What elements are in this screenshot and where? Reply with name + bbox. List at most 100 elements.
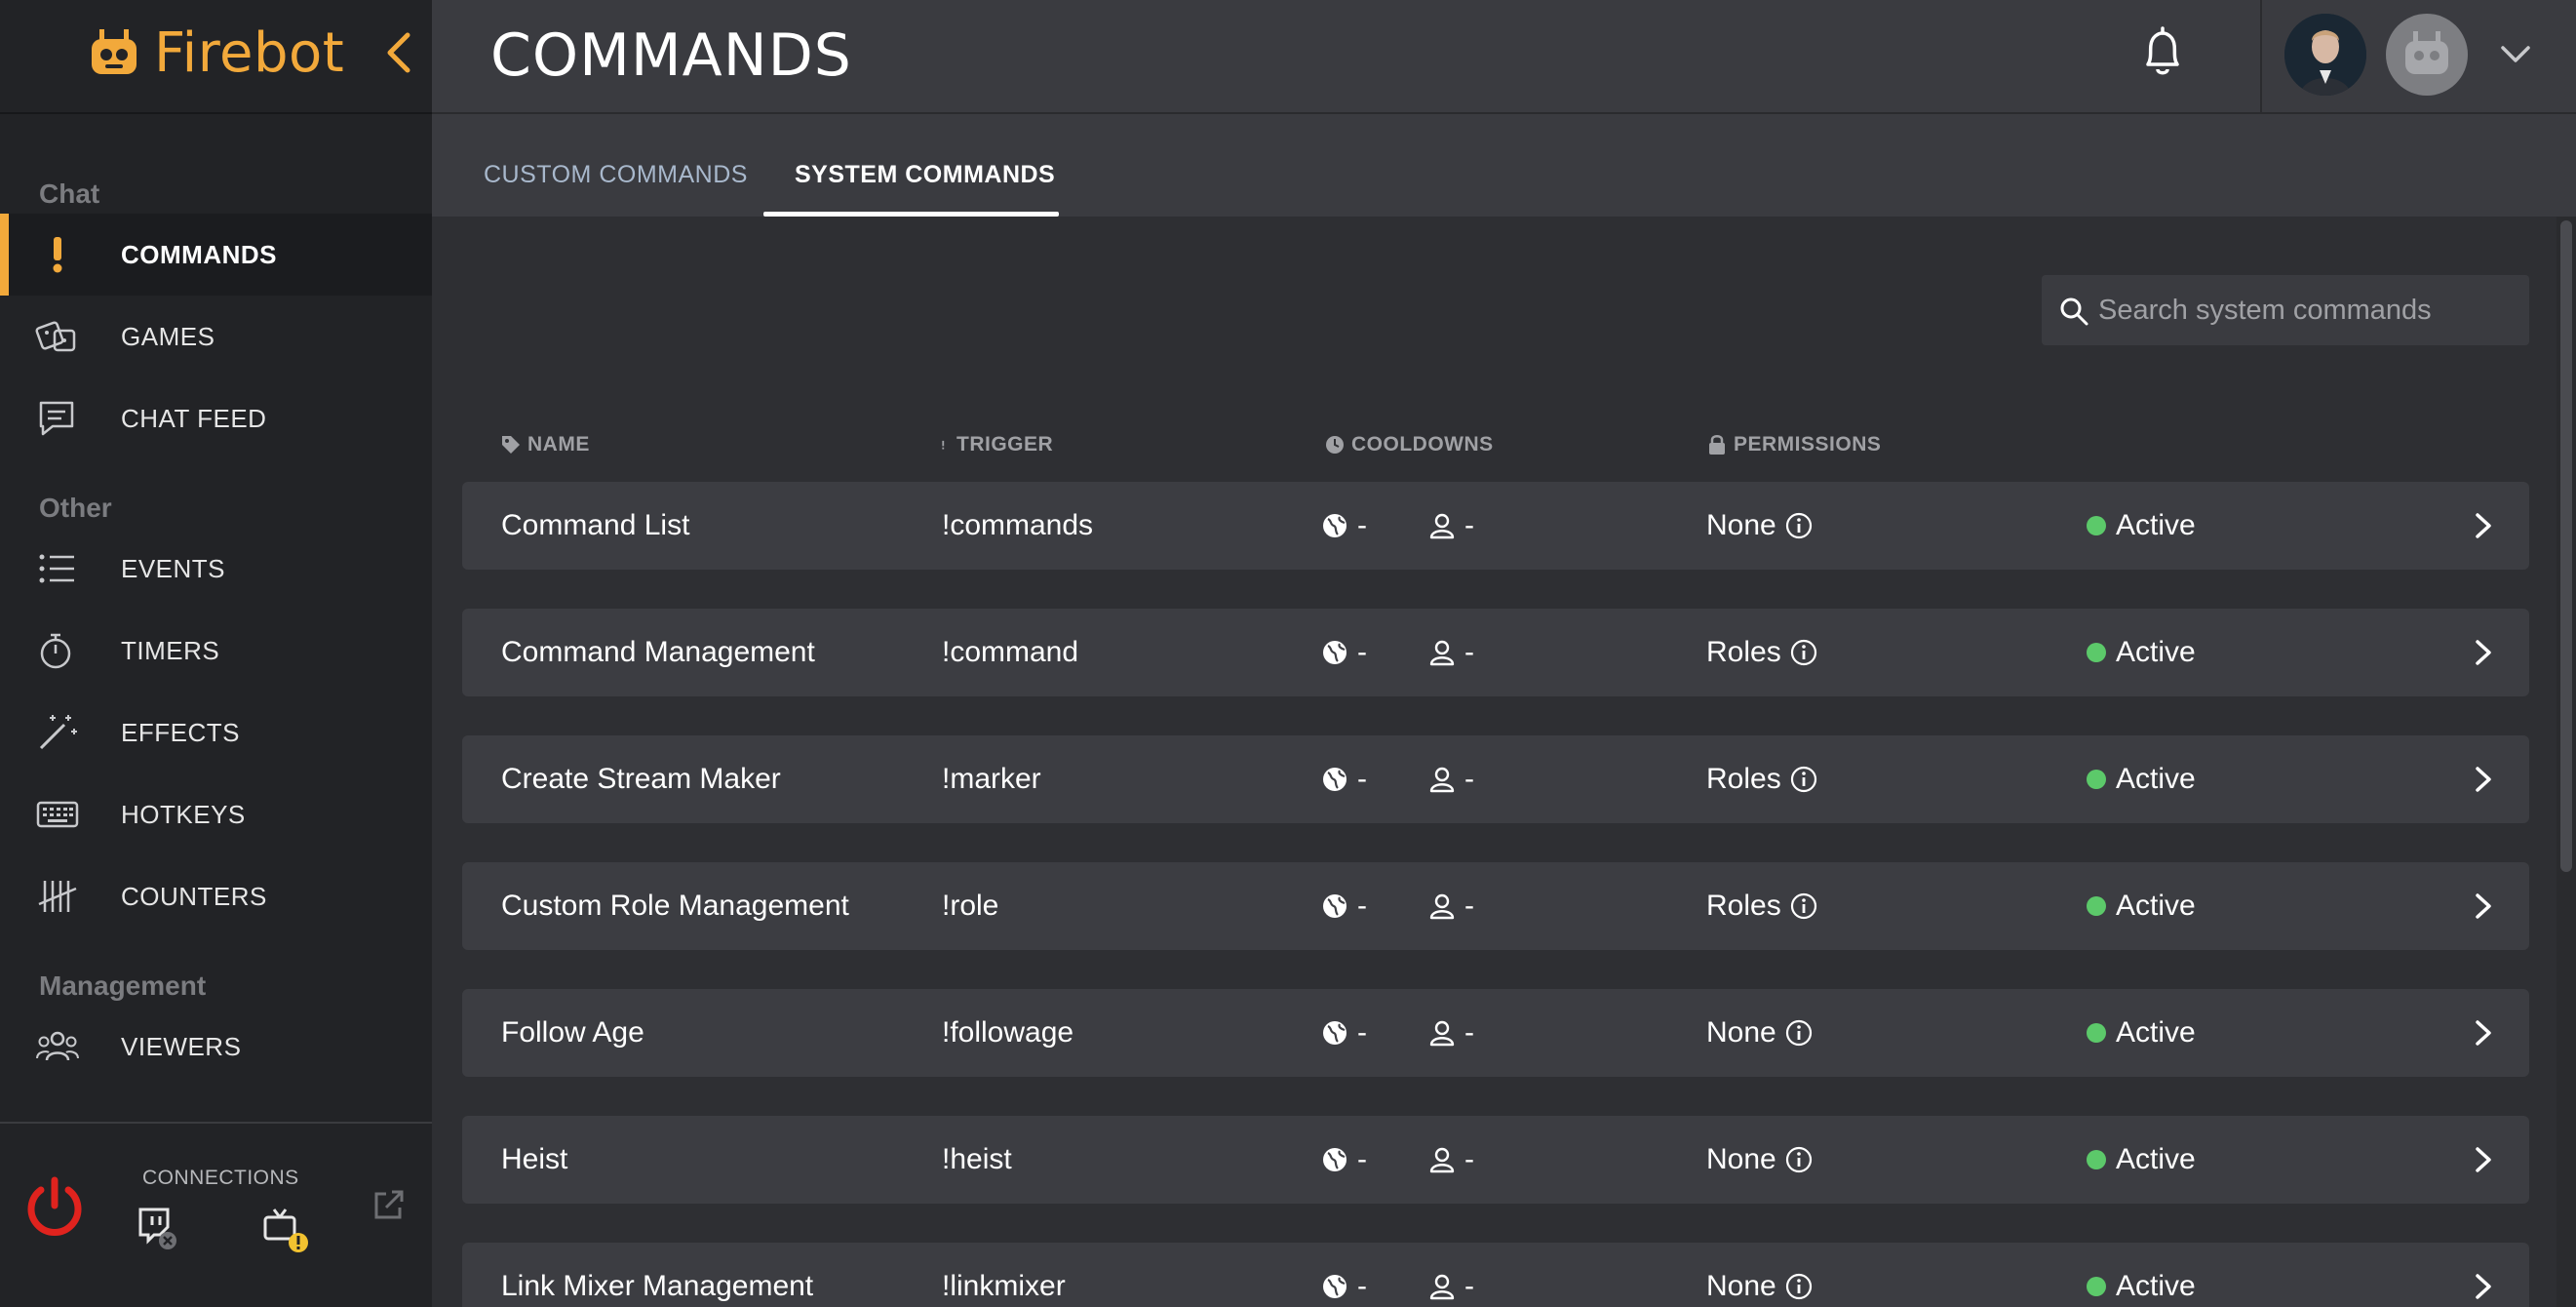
info-icon[interactable] <box>1784 1145 1814 1174</box>
global-cooldown-value: - <box>1357 1016 1367 1049</box>
table-row[interactable]: Custom Role Management !role - - Roles Active <box>462 862 2529 950</box>
user-cooldown: - <box>1427 735 1474 823</box>
sidebar-item-label: GAMES <box>121 321 215 351</box>
status-text: Active <box>2116 1270 2196 1302</box>
global-cooldown: - <box>1320 609 1367 696</box>
row-expand[interactable] <box>2471 1243 2496 1307</box>
chevron-right-icon[interactable] <box>2471 511 2496 540</box>
command-name: Heist <box>501 1143 568 1175</box>
sidebar-item-timers[interactable]: TIMERS <box>0 610 432 692</box>
user-cooldown: - <box>1427 1243 1474 1307</box>
user-cooldown-value: - <box>1464 636 1474 668</box>
table-row[interactable]: Create Stream Maker !marker - - Roles Active <box>462 735 2529 823</box>
sidebar-item-chat-feed[interactable]: CHAT FEED <box>0 377 432 459</box>
chevron-right-icon[interactable] <box>2471 638 2496 667</box>
table-row[interactable]: Command Management !command - - Roles Active <box>462 609 2529 696</box>
chevron-down-icon[interactable] <box>2499 43 2532 66</box>
logo-bar: Firebot <box>0 0 432 114</box>
header: COMMANDS <box>432 0 2576 114</box>
permissions: Roles <box>1706 862 1818 950</box>
search-box[interactable] <box>2042 275 2529 345</box>
power-icon[interactable] <box>21 1174 88 1241</box>
info-icon[interactable] <box>1789 765 1818 794</box>
user-icon <box>1429 513 1455 539</box>
permissions-value: None <box>1706 1270 1776 1302</box>
tab-custom-commands[interactable]: CUSTOM COMMANDS <box>484 161 748 189</box>
table-row[interactable]: Follow Age !followage - - None Active <box>462 989 2529 1077</box>
sidebar-item-label: COUNTERS <box>121 881 267 911</box>
permissions-value: None <box>1706 509 1776 541</box>
bot-avatar[interactable] <box>2386 14 2468 96</box>
sidebar-item-games[interactable]: GAMES <box>0 296 432 377</box>
command-name: Follow Age <box>501 1016 644 1049</box>
row-expand[interactable] <box>2471 735 2496 823</box>
status-dot <box>2087 1277 2106 1296</box>
permissions-value: None <box>1706 1143 1776 1175</box>
status-dot <box>2087 516 2106 535</box>
info-icon[interactable] <box>1784 511 1814 540</box>
collapse-sidebar-icon[interactable] <box>384 31 413 74</box>
avatar[interactable] <box>2284 14 2366 96</box>
connections-label: CONNECTIONS <box>142 1167 299 1189</box>
column-header-name[interactable]: NAME <box>500 433 590 456</box>
sidebar-item-commands[interactable]: COMMANDS <box>0 214 432 296</box>
list-icon <box>39 554 74 583</box>
section-other: Other <box>39 493 112 523</box>
info-icon[interactable] <box>1789 891 1818 921</box>
row-expand[interactable] <box>2471 482 2496 570</box>
table-row[interactable]: Link Mixer Management !linkmixer - - None Act… <box>462 1243 2529 1307</box>
user-cooldown: - <box>1427 1116 1474 1204</box>
user-icon <box>1429 767 1455 793</box>
row-expand[interactable] <box>2471 862 2496 950</box>
global-cooldown: - <box>1320 482 1367 570</box>
chevron-right-icon[interactable] <box>2471 765 2496 794</box>
row-expand[interactable] <box>2471 1116 2496 1204</box>
info-icon[interactable] <box>1789 638 1818 667</box>
command-trigger: !commands <box>942 509 1094 541</box>
column-header-trigger[interactable]: TRIGGER <box>941 433 1053 456</box>
overlay-icon[interactable] <box>261 1206 310 1254</box>
scrollbar[interactable] <box>2556 217 2576 1307</box>
search-input[interactable] <box>2098 275 2517 345</box>
chevron-right-icon[interactable] <box>2471 1018 2496 1048</box>
user-icon <box>1429 640 1455 666</box>
sidebar-item-effects[interactable]: EFFECTS <box>0 692 432 773</box>
status-text: Active <box>2116 1143 2196 1175</box>
column-header-cooldowns[interactable]: COOLDOWNS <box>1324 433 1494 456</box>
section-management: Management <box>39 970 207 1001</box>
row-expand[interactable] <box>2471 989 2496 1077</box>
chevron-right-icon[interactable] <box>2471 891 2496 921</box>
tab-system-commands[interactable]: SYSTEM COMMANDS <box>795 161 1055 189</box>
sidebar-item-counters[interactable]: COUNTERS <box>0 855 432 937</box>
table-row[interactable]: Command List !commands - - None Active <box>462 482 2529 570</box>
bell-icon[interactable] <box>2138 25 2187 80</box>
column-header-permissions[interactable]: PERMISSIONS <box>1706 433 1881 456</box>
status-text: Active <box>2116 1016 2196 1049</box>
status-text: Active <box>2116 763 2196 795</box>
sidebar-item-events[interactable]: EVENTS <box>0 528 432 610</box>
tag-icon <box>502 436 520 454</box>
popout-icon[interactable] <box>371 1188 406 1223</box>
table-row[interactable]: Heist !heist - - None Active <box>462 1116 2529 1204</box>
chevron-right-icon[interactable] <box>2471 1272 2496 1301</box>
info-icon[interactable] <box>1784 1018 1814 1048</box>
command-name: Command List <box>501 509 690 541</box>
global-cooldown-value: - <box>1357 1270 1367 1302</box>
user-cooldown-value: - <box>1464 509 1474 541</box>
status-text: Active <box>2116 509 2196 541</box>
global-cooldown: - <box>1320 1116 1367 1204</box>
sidebar-item-hotkeys[interactable]: HOTKEYS <box>0 773 432 855</box>
status: Active <box>2087 609 2196 696</box>
users-icon <box>36 1031 79 1061</box>
chevron-right-icon[interactable] <box>2471 1145 2496 1174</box>
status-dot <box>2087 770 2106 789</box>
command-trigger: !marker <box>942 763 1041 795</box>
scrollbar-thumb[interactable] <box>2560 220 2572 872</box>
user-cooldown-value: - <box>1464 1143 1474 1175</box>
row-expand[interactable] <box>2471 609 2496 696</box>
twitch-icon[interactable] <box>135 1206 179 1250</box>
info-icon[interactable] <box>1784 1272 1814 1301</box>
status: Active <box>2087 735 2196 823</box>
keyboard-icon <box>36 801 79 828</box>
sidebar-item-viewers[interactable]: VIEWERS <box>0 1006 432 1088</box>
